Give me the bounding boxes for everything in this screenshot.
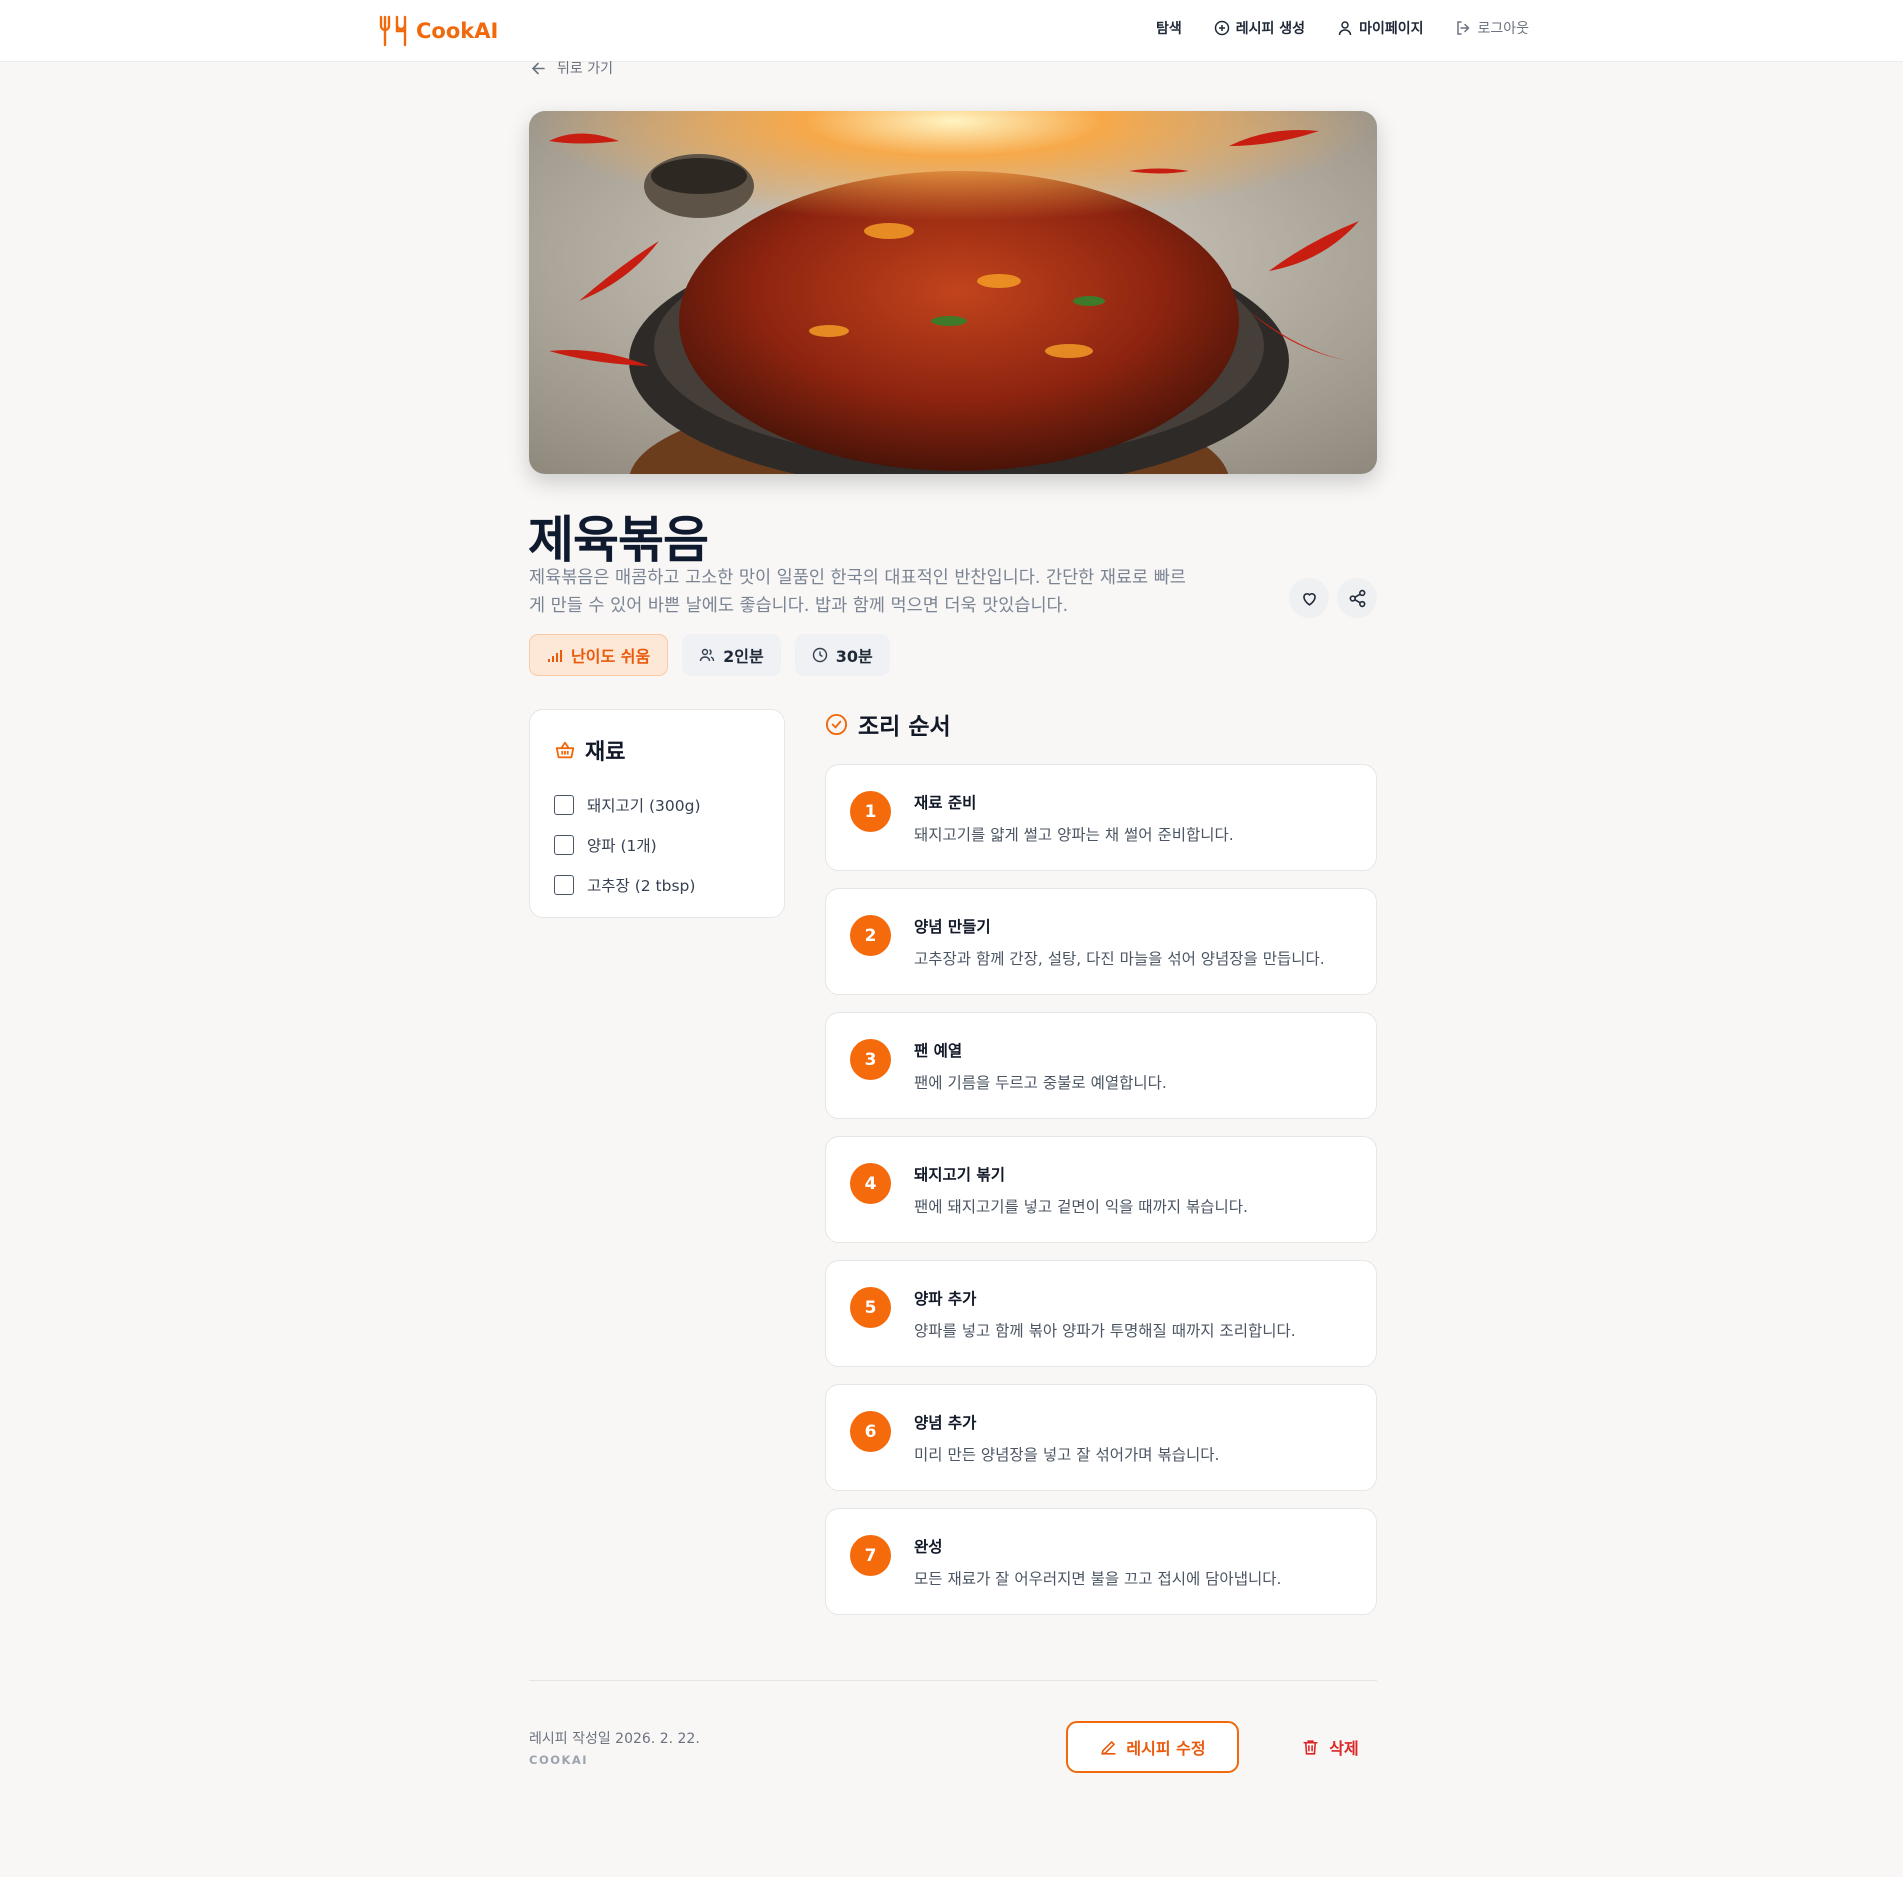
edit-label: 레시피 수정 [1126,1739,1206,1758]
ingredient-label: 고추장 (2 tbsp) [587,877,696,895]
step-card: 6 양념 추가 미리 만든 양념장을 넣고 잘 섞어가며 볶습니다. [825,1384,1377,1491]
user-icon [1338,21,1352,36]
step-description: 팬에 기름을 두르고 중불로 예열합니다. [914,1074,1167,1092]
step-title: 팬 예열 [914,1042,963,1060]
step-card: 2 양념 만들기 고추장과 함께 간장, 설탕, 다진 마늘을 섞어 양념장을 … [825,888,1377,995]
difficulty-badge: 난이도 쉬움 [529,634,669,676]
recipe-meta: 난이도 쉬움 2인분 30분 [529,634,890,676]
created-date: 레시피 작성일 2026. 2. 22. [529,1731,700,1747]
ingredient-item[interactable]: 양파 (1개) [554,834,657,856]
nav-mypage[interactable]: 마이페이지 [1337,18,1423,38]
delete-label: 삭제 [1329,1739,1359,1758]
step-card: 7 완성 모든 재료가 잘 어우러지면 불을 끄고 접시에 담아냅니다. [825,1508,1377,1615]
ingredients-heading: 재료 [554,734,625,766]
users-icon [699,648,715,662]
step-title: 재료 준비 [914,794,977,812]
step-card: 3 팬 예열 팬에 기름을 두르고 중불로 예열합니다. [825,1012,1377,1119]
nav-explore[interactable]: 탐색 [1156,18,1182,38]
nav-logout-label: 로그아웃 [1477,21,1529,37]
step-card: 5 양파 추가 양파를 넣고 함께 볶아 양파가 투명해질 때까지 조리합니다. [825,1260,1377,1367]
like-button[interactable] [1289,578,1329,618]
step-description: 미리 만든 양념장을 넣고 잘 섞어가며 볶습니다. [914,1446,1220,1464]
step-description: 양파를 넣고 함께 볶아 양파가 투명해질 때까지 조리합니다. [914,1322,1296,1340]
ingredient-label: 양파 (1개) [587,837,657,855]
step-number: 7 [850,1535,891,1576]
ingredient-checkbox[interactable] [554,795,574,815]
step-number: 3 [850,1039,891,1080]
steps-heading: 조리 순서 [825,707,951,741]
check-circle-icon [825,713,848,735]
difficulty-label: 난이도 쉬움 [571,647,651,666]
ingredient-checkbox[interactable] [554,875,574,895]
step-title: 양파 추가 [914,1290,977,1308]
time-label: 30분 [835,647,873,666]
servings-badge: 2인분 [682,634,781,676]
step-description: 고추장과 함께 간장, 설탕, 다진 마늘을 섞어 양념장을 만듭니다. [914,950,1325,968]
food-photo [529,111,1377,474]
step-card: 1 재료 준비 돼지고기를 얇게 썰고 양파는 채 썰어 준비합니다. [825,764,1377,871]
step-number: 2 [850,915,891,956]
step-description: 모든 재료가 잘 어우러지면 불을 끄고 접시에 담아냅니다. [914,1570,1282,1588]
ingredient-label: 돼지고기 (300g) [587,797,701,815]
ingredients-card: 재료 돼지고기 (300g) 양파 (1개) 고추장 (2 tbsp) [529,709,785,918]
trash-icon [1303,1739,1318,1755]
step-title: 돼지고기 볶기 [914,1166,1005,1184]
step-number: 1 [850,791,891,832]
nav-generate-label: 레시피 생성 [1235,21,1306,37]
ingredient-checkbox[interactable] [554,835,574,855]
servings-label: 2인분 [723,647,764,666]
step-title: 양념 만들기 [914,918,991,936]
back-link[interactable]: 뒤로 가기 [530,58,613,78]
step-number: 6 [850,1411,891,1452]
steps-title: 조리 순서 [858,714,951,740]
nav-mypage-label: 마이페이지 [1359,21,1424,37]
step-title: 양념 추가 [914,1414,977,1432]
recipe-description: 제육볶음은 매콤하고 고소한 맛이 일품인 한국의 대표적인 반찬입니다. 간단… [529,568,1186,616]
edit-recipe-button[interactable]: 레시피 수정 [1066,1721,1239,1773]
recipe-title: 제육볶음 [528,511,709,569]
signal-icon [548,650,562,662]
nav-logout[interactable]: 로그아웃 [1455,18,1529,38]
heart-icon [1302,592,1316,606]
share-icon [1349,589,1365,607]
ingredient-item[interactable]: 고추장 (2 tbsp) [554,874,695,896]
logout-icon [1457,21,1471,35]
brand-name: CookAI [416,19,499,43]
step-title: 완성 [914,1538,943,1556]
step-description: 돼지고기를 얇게 썰고 양파는 채 썰어 준비합니다. [914,826,1234,844]
ingredients-title: 재료 [585,740,626,765]
basket-icon [555,741,575,759]
arrow-left-icon [531,62,545,74]
recipe-hero-image [529,111,1377,474]
time-badge: 30분 [794,634,890,676]
top-navbar: CookAI 탐색 레시피 생성 마이페이지 로그아웃 [0,0,1903,62]
step-number: 5 [850,1287,891,1328]
clock-icon [812,647,827,663]
utensils-icon [379,15,407,47]
brand-logo[interactable]: CookAI [378,13,498,49]
nav-generate[interactable]: 레시피 생성 [1214,18,1305,38]
step-description: 팬에 돼지고기를 넣고 겉면이 익을 때까지 볶습니다. [914,1198,1248,1216]
delete-recipe-button[interactable]: 삭제 [1280,1721,1380,1773]
share-button[interactable] [1337,578,1377,618]
ingredient-item[interactable]: 돼지고기 (300g) [554,794,701,816]
credit-label: COOKAI [529,1753,589,1767]
pencil-icon [1101,1740,1117,1755]
nav-explore-label: 탐색 [1156,21,1182,37]
plus-circle-icon [1214,20,1230,36]
back-label: 뒤로 가기 [557,61,613,77]
step-card: 4 돼지고기 볶기 팬에 돼지고기를 넣고 겉면이 익을 때까지 볶습니다. [825,1136,1377,1243]
step-number: 4 [850,1163,891,1204]
main-nav: 탐색 레시피 생성 마이페이지 로그아웃 [1156,18,1529,38]
footer-divider [529,1680,1377,1681]
